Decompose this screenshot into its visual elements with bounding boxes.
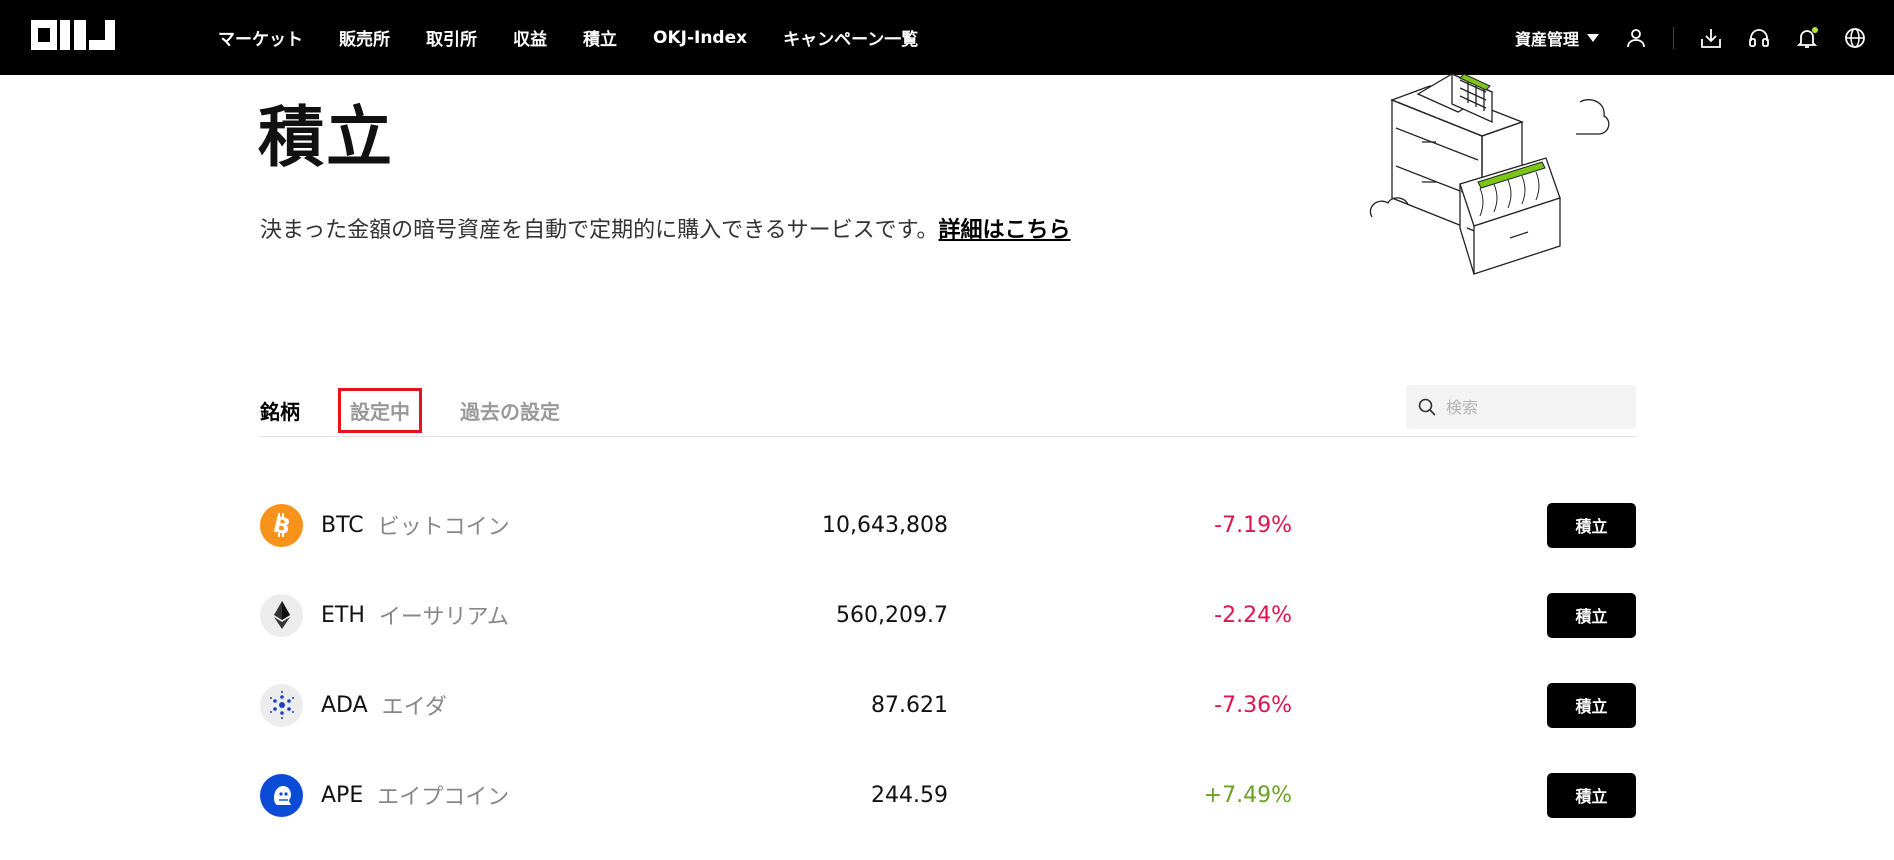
logo-letter-o bbox=[31, 20, 57, 50]
coin-price: 87.621 bbox=[871, 692, 948, 718]
coin-symbol: ETH bbox=[321, 602, 365, 628]
search-icon bbox=[1418, 398, 1436, 416]
coin-row-ape[interactable]: APE エイプコイン 244.59 +7.49% 積立 bbox=[260, 750, 1636, 840]
apecoin-icon bbox=[260, 773, 303, 817]
coin-name: ビットコイン bbox=[377, 515, 510, 540]
tab-symbols[interactable]: 銘柄 bbox=[260, 388, 312, 433]
header-tools: 資産管理 bbox=[1515, 0, 1866, 75]
headset-icon[interactable] bbox=[1748, 27, 1770, 49]
coin-change: -2.24% bbox=[1214, 602, 1292, 628]
nav-item-campaigns[interactable]: キャンペーン一覧 bbox=[783, 25, 918, 50]
download-icon[interactable] bbox=[1700, 27, 1722, 49]
nav-item-dealer[interactable]: 販売所 bbox=[339, 25, 390, 50]
recurring-purchase-illustration bbox=[1369, 72, 1610, 275]
coin-row-eth[interactable]: ETH イーサリアム 560,209.7 -2.24% 積立 bbox=[260, 570, 1636, 660]
asset-management-menu[interactable]: 資産管理 bbox=[1515, 26, 1599, 50]
coin-row-btc[interactable]: B BTC ビットコイン 10,643,808 -7.19% 積立 bbox=[260, 480, 1636, 570]
tab-past-settings[interactable]: 過去の設定 bbox=[448, 388, 572, 433]
recurring-buy-button[interactable]: 積立 bbox=[1547, 592, 1636, 638]
bell-icon[interactable] bbox=[1796, 26, 1818, 49]
coin-row-ada[interactable]: ADA エイダ 87.621 -7.36% 積立 bbox=[260, 660, 1636, 750]
cardano-icon bbox=[260, 683, 303, 727]
coin-name: エイプコイン bbox=[377, 785, 510, 810]
coin-symbol: APE bbox=[321, 782, 364, 808]
page-description: 決まった金額の暗号資産を自動で定期的に購入できるサービスです。詳細はこちら bbox=[260, 212, 1071, 244]
header-divider bbox=[1673, 26, 1674, 49]
nav-item-market[interactable]: マーケット bbox=[218, 25, 303, 50]
ethereum-icon bbox=[260, 593, 303, 637]
coin-list: B BTC ビットコイン 10,643,808 -7.19% 積立 ETH イー… bbox=[260, 480, 1636, 840]
top-navigation-bar: マーケット 販売所 取引所 収益 積立 OKJ-Index キャンペーン一覧 資… bbox=[0, 0, 1894, 75]
logo-letter-j bbox=[89, 20, 115, 50]
coin-symbol: BTC bbox=[321, 512, 364, 538]
user-icon[interactable] bbox=[1625, 27, 1647, 49]
nav-item-okj-index[interactable]: OKJ-Index bbox=[653, 28, 747, 48]
main-nav: マーケット 販売所 取引所 収益 積立 OKJ-Index キャンペーン一覧 bbox=[218, 0, 918, 75]
search-box bbox=[1406, 385, 1636, 429]
okj-logo[interactable] bbox=[31, 20, 115, 50]
recurring-buy-button[interactable]: 積立 bbox=[1547, 682, 1636, 728]
coin-change: +7.49% bbox=[1203, 782, 1292, 808]
coin-change: -7.36% bbox=[1214, 692, 1292, 718]
nav-item-earn[interactable]: 収益 bbox=[513, 25, 547, 50]
globe-icon[interactable] bbox=[1844, 27, 1866, 49]
nav-item-exchange[interactable]: 取引所 bbox=[426, 25, 477, 50]
description-text: 決まった金額の暗号資産を自動で定期的に購入できるサービスです。 bbox=[260, 218, 939, 243]
asset-management-label: 資産管理 bbox=[1514, 29, 1579, 49]
coin-change: -7.19% bbox=[1214, 512, 1292, 538]
svg-text:B: B bbox=[271, 512, 292, 538]
caret-down-icon bbox=[1587, 33, 1599, 42]
notification-dot bbox=[1812, 26, 1818, 33]
coin-price: 10,643,808 bbox=[822, 512, 948, 538]
page-title: 積立 bbox=[258, 99, 394, 176]
recurring-buy-button[interactable]: 積立 bbox=[1547, 502, 1636, 548]
coin-price: 560,209.7 bbox=[836, 602, 948, 628]
search-input[interactable] bbox=[1444, 396, 1628, 418]
coin-name: イーサリアム bbox=[378, 605, 509, 630]
tab-bar: 銘柄 設定中 過去の設定 bbox=[260, 385, 598, 435]
nav-item-recurring[interactable]: 積立 bbox=[583, 25, 617, 50]
bitcoin-icon: B bbox=[260, 503, 303, 547]
coin-symbol: ADA bbox=[321, 692, 368, 718]
tab-active-settings[interactable]: 設定中 bbox=[338, 387, 422, 433]
coin-price: 244.59 bbox=[871, 782, 948, 808]
details-link[interactable]: 詳細はこちら bbox=[938, 218, 1070, 243]
recurring-buy-button[interactable]: 積立 bbox=[1547, 772, 1636, 818]
coin-name: エイダ bbox=[381, 695, 447, 720]
logo-letter-k bbox=[60, 20, 86, 50]
tab-divider bbox=[260, 436, 1636, 437]
